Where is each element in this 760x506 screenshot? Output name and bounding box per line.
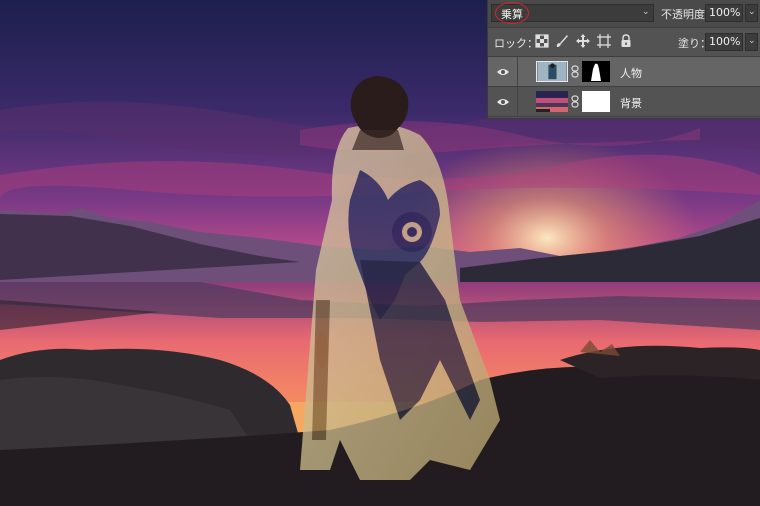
lock-image-pixels-icon[interactable]	[555, 34, 569, 48]
layer-row-background[interactable]: 背景	[488, 87, 760, 117]
link-icon[interactable]	[571, 95, 579, 108]
lock-transparent-pixels-icon[interactable]	[535, 34, 549, 48]
layers-panel-top-row: 乗算 ⌄ 不透明度： 100% ⌄	[488, 0, 760, 28]
link-icon[interactable]	[571, 65, 579, 78]
layer-thumbnail	[536, 61, 568, 82]
layer-name: 背景	[620, 97, 642, 110]
layer-thumbnail	[536, 91, 568, 112]
blend-mode-dropdown[interactable]: 乗算 ⌄	[491, 2, 654, 24]
opacity-dropdown-button[interactable]: ⌄	[745, 4, 758, 22]
layer-row-person[interactable]: 人物	[488, 57, 760, 87]
highlight-circle	[495, 2, 529, 24]
visibility-toggle[interactable]	[488, 87, 518, 116]
chevron-down-icon: ⌄	[748, 7, 756, 17]
layer-mask-thumbnail[interactable]	[582, 91, 610, 112]
fill-dropdown-button[interactable]: ⌄	[745, 33, 758, 51]
opacity-input[interactable]: 100%	[705, 4, 743, 22]
eye-icon	[497, 99, 509, 105]
eye-icon	[497, 69, 509, 75]
lock-all-icon[interactable]	[619, 34, 633, 48]
chevron-down-icon: ⌄	[642, 7, 650, 17]
lock-label: ロック：	[494, 37, 538, 50]
lock-artboard-icon[interactable]	[597, 34, 611, 48]
layers-panel-lock-row: ロック： 塗り： 100% ⌄	[488, 28, 760, 57]
layer-name: 人物	[620, 67, 642, 80]
lock-position-icon[interactable]	[576, 34, 590, 48]
visibility-toggle[interactable]	[488, 57, 518, 86]
fill-input[interactable]: 100%	[705, 33, 743, 51]
chevron-down-icon: ⌄	[748, 36, 756, 46]
layers-panel: 乗算 ⌄ 不透明度： 100% ⌄ ロック： 塗り： 100% ⌄ 人物 背景	[487, 0, 760, 119]
layer-mask-thumbnail[interactable]	[582, 61, 610, 82]
